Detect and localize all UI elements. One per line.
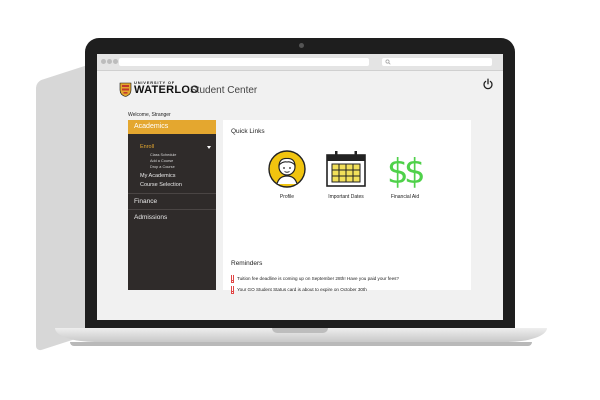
window-close-dot[interactable] [101, 59, 106, 64]
reminders-title: Reminders [231, 260, 263, 267]
power-icon[interactable] [482, 78, 494, 90]
quick-link-important-dates-label[interactable]: Important Dates [316, 194, 376, 200]
laptop-base-shadow [70, 342, 532, 346]
laptop-notch [272, 328, 328, 333]
caret-down-icon[interactable] [207, 146, 211, 149]
window-zoom-dot[interactable] [113, 59, 118, 64]
sidebar-item-finance[interactable]: Finance [134, 198, 157, 205]
sidebar-nav: Academics Enroll Class Schedule Add a Co… [128, 120, 216, 290]
sidebar-divider [128, 193, 216, 194]
webcam [299, 43, 304, 48]
browser-toolbar [97, 54, 503, 71]
quick-link-profile-label[interactable]: Profile [257, 194, 317, 200]
alert-icon [231, 286, 234, 294]
sidebar-item-my-academics[interactable]: My Academics [140, 173, 175, 179]
sidebar-item-course-selection[interactable]: Course Selection [140, 182, 182, 188]
calendar-icon[interactable] [325, 150, 367, 188]
svg-text:$: $ [404, 152, 423, 188]
main-panel: Quick Links Profile Important Dates $ $ … [223, 120, 471, 294]
sidebar-divider [128, 209, 216, 210]
welcome-message: Welcome, Stranger [128, 112, 171, 118]
window-minimize-dot[interactable] [107, 59, 112, 64]
browser-search-bar[interactable] [382, 58, 492, 66]
profile-avatar-icon[interactable] [268, 150, 306, 188]
quick-link-financial-aid-label[interactable]: Financial Aid [375, 194, 435, 200]
app-title: Student Center [190, 85, 258, 96]
search-icon [385, 59, 391, 65]
sidebar-item-admissions[interactable]: Admissions [134, 214, 167, 221]
university-crest-icon [119, 82, 132, 97]
reminder-text: Tuition fee deadline is coming up on Sep… [237, 276, 399, 281]
alert-icon [231, 275, 234, 283]
sidebar-subitem-drop-course[interactable]: Drop a Course [150, 165, 175, 169]
dollar-icon[interactable]: $ $ [387, 150, 423, 188]
sidebar-subitem-add-course[interactable]: Add a Course [150, 159, 173, 163]
sidebar-item-enroll[interactable]: Enroll [140, 144, 154, 150]
reminder-text: Your GO Student Status card is about to … [237, 287, 367, 292]
sidebar-item-academics[interactable]: Academics [128, 120, 216, 134]
quick-links-title: Quick Links [231, 128, 265, 135]
address-bar[interactable] [119, 58, 369, 66]
sidebar-subitem-class-schedule[interactable]: Class Schedule [150, 153, 176, 157]
laptop-screen: UNIVERSITY OF WATERLOO Student Center We… [97, 54, 503, 320]
